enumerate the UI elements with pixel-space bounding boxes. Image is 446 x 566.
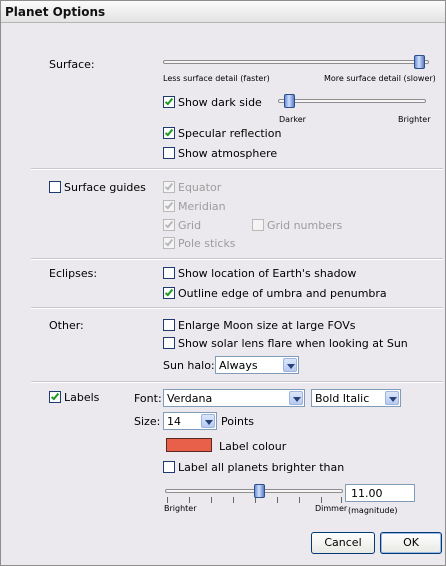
points-label: Points — [221, 415, 255, 428]
enlarge-moon-label: Enlarge Moon size at large FOVs — [178, 319, 356, 332]
separator — [31, 168, 443, 170]
label-colour-swatch[interactable] — [166, 438, 212, 452]
size-label: Size: — [134, 415, 161, 428]
pole-sticks-checkbox[interactable] — [163, 237, 175, 249]
enlarge-moon-checkbox[interactable] — [163, 319, 175, 331]
separator — [31, 307, 443, 309]
magnitude-input[interactable]: 11.00 — [345, 484, 415, 502]
chevron-down-icon[interactable] — [283, 358, 297, 372]
grid-numbers-label: Grid numbers — [267, 219, 343, 232]
surface-label: Surface: — [49, 58, 95, 71]
sun-halo-label: Sun halo: — [163, 359, 215, 372]
slider-tick — [233, 497, 234, 503]
magnitude-thumb[interactable] — [254, 484, 265, 498]
show-atmosphere-checkbox[interactable] — [163, 147, 175, 159]
sun-halo-value: Always — [219, 359, 258, 372]
slider-tick — [341, 497, 342, 503]
labels-label: Labels — [64, 391, 100, 404]
surface-guides-checkbox[interactable] — [49, 181, 61, 193]
pole-sticks-label: Pole sticks — [178, 237, 236, 250]
grid-checkbox[interactable] — [163, 219, 175, 231]
window-title: Planet Options — [5, 5, 106, 19]
font-style-select[interactable]: Bold Italic — [311, 389, 401, 407]
umbra-outline-checkbox[interactable] — [163, 287, 175, 299]
grid-label: Grid — [178, 219, 202, 232]
surface-guides-label: Surface guides — [64, 181, 146, 194]
surface-detail-slider[interactable] — [163, 60, 429, 64]
label-colour-label: Label colour — [219, 440, 287, 453]
chevron-down-icon[interactable] — [385, 391, 399, 405]
umbra-outline-label: Outline edge of umbra and penumbra — [178, 287, 387, 300]
planet-options-window: Planet Options Surface: Less surface det… — [0, 0, 446, 566]
slider-tick — [189, 497, 190, 503]
dark-side-thumb[interactable] — [284, 94, 295, 108]
sun-halo-select[interactable]: Always — [215, 356, 299, 374]
magnitude-unit: (magnitude) — [348, 506, 398, 515]
dark-side-slider[interactable] — [278, 99, 426, 103]
eclipses-label: Eclipses: — [49, 267, 98, 280]
labels-checkbox[interactable] — [49, 391, 61, 403]
separator — [31, 258, 443, 260]
size-select[interactable]: 14 — [163, 412, 217, 430]
earth-shadow-checkbox[interactable] — [163, 267, 175, 279]
label-all-brighter-label: Label all planets brighter than — [178, 461, 345, 474]
slider-tick — [211, 497, 212, 503]
surface-detail-thumb[interactable] — [414, 55, 425, 69]
equator-checkbox[interactable] — [163, 181, 175, 193]
brighter-caption: Brighter — [398, 115, 431, 124]
cancel-button[interactable]: Cancel — [311, 532, 375, 554]
mag-dimmer-caption: Dimmer — [315, 504, 348, 513]
slider-tick — [321, 497, 322, 503]
mag-brighter-caption: Brighter — [164, 504, 197, 513]
slider-tick — [167, 497, 168, 503]
label-all-brighter-checkbox[interactable] — [163, 461, 175, 473]
separator — [31, 381, 443, 383]
show-dark-side-checkbox[interactable] — [163, 96, 175, 108]
ok-button[interactable]: OK — [380, 532, 442, 554]
surface-left-caption: Less surface detail (faster) — [163, 74, 270, 83]
size-value: 14 — [167, 415, 181, 428]
show-atmosphere-label: Show atmosphere — [178, 147, 278, 160]
lens-flare-checkbox[interactable] — [163, 337, 175, 349]
other-label: Other: — [49, 319, 84, 332]
slider-tick — [277, 497, 278, 503]
title-bar: Planet Options — [1, 1, 445, 23]
meridian-checkbox[interactable] — [163, 200, 175, 212]
meridian-label: Meridian — [178, 200, 226, 213]
slider-tick — [299, 497, 300, 503]
lens-flare-label: Show solar lens flare when looking at Su… — [178, 337, 408, 350]
font-value: Verdana — [167, 392, 213, 405]
surface-right-caption: More surface detail (slower) — [324, 74, 436, 83]
equator-label: Equator — [178, 181, 222, 194]
show-dark-side-label: Show dark side — [178, 96, 262, 109]
earth-shadow-label: Show location of Earth's shadow — [178, 267, 357, 280]
grid-numbers-checkbox[interactable] — [252, 219, 264, 231]
specular-reflection-checkbox[interactable] — [163, 127, 175, 139]
magnitude-value: 11.00 — [351, 487, 383, 500]
font-label: Font: — [134, 392, 162, 405]
darker-caption: Darker — [279, 115, 306, 124]
font-select[interactable]: Verdana — [163, 389, 305, 407]
font-style-value: Bold Italic — [315, 392, 370, 405]
chevron-down-icon[interactable] — [289, 391, 303, 405]
chevron-down-icon[interactable] — [201, 414, 215, 428]
specular-reflection-label: Specular reflection — [178, 127, 282, 140]
